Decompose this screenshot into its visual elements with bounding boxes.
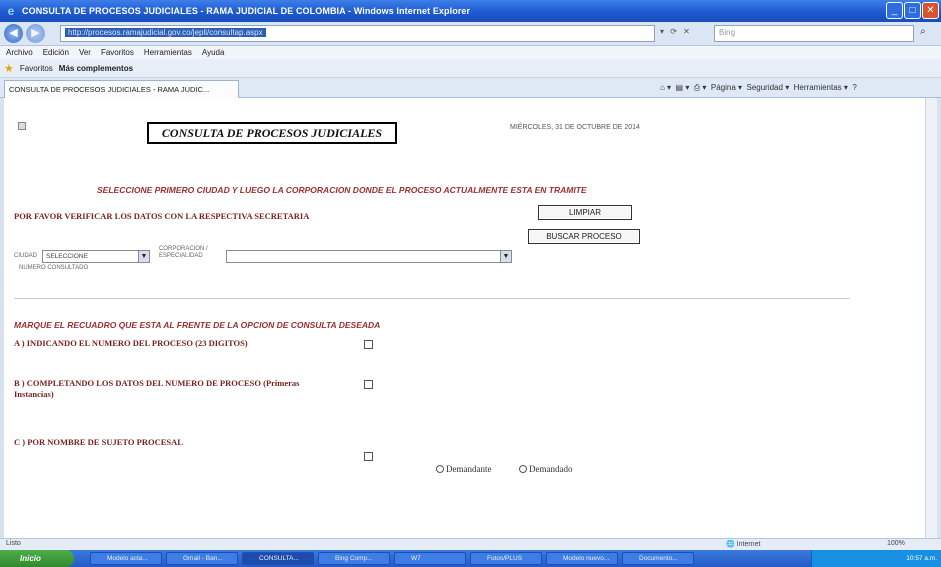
close-button[interactable]: ✕ bbox=[922, 2, 939, 19]
command-tools[interactable]: Herramientas bbox=[794, 83, 842, 92]
system-tray: 10:57 a.m. bbox=[811, 550, 941, 567]
taskbar-item[interactable]: Documento... bbox=[622, 552, 694, 565]
zoom-level[interactable]: 100% bbox=[887, 540, 905, 547]
page-date: MIÉRCOLES, 31 DE OCTUBRE DE 2014 bbox=[510, 124, 640, 131]
corporacion-label: CORPORACION / ESPECIALIDAD bbox=[159, 246, 208, 259]
feeds-icon[interactable]: ▤ ▾ bbox=[676, 83, 690, 92]
option-c-checkbox[interactable] bbox=[364, 452, 373, 461]
taskbar-item[interactable]: CONSULTA... bbox=[242, 552, 314, 565]
taskbar-item[interactable]: Modelo nuevo... bbox=[546, 552, 618, 565]
radio-demandado-group[interactable]: Demandado bbox=[519, 464, 572, 474]
address-input[interactable]: http://procesos.ramajudicial.gov.co/jepl… bbox=[60, 25, 655, 42]
favorites-button[interactable]: Favoritos bbox=[20, 64, 53, 73]
ciudad-label: CIUDAD bbox=[14, 253, 38, 259]
security-zone-label: Internet bbox=[736, 541, 761, 548]
select-instructions: SELECCIONE PRIMERO CIUDAD Y LUEGO LA COR… bbox=[97, 185, 587, 195]
corporacion-select[interactable]: ▼ bbox=[226, 250, 512, 263]
taskbar-item[interactable]: W7 bbox=[394, 552, 466, 565]
menu-herramientas[interactable]: Herramientas bbox=[144, 48, 192, 57]
numero-consultado-label: NUMERO CONSULTADO bbox=[19, 265, 89, 271]
address-bar-row: ◀ ▶ http://procesos.ramajudicial.gov.co/… bbox=[0, 22, 941, 46]
divider bbox=[14, 298, 850, 299]
radio-demandado[interactable] bbox=[519, 465, 527, 473]
menu-edicion[interactable]: Edición bbox=[43, 48, 69, 57]
command-bar: ⌂ ▾ ▤ ▾ ⎙ ▾ Página ▾ Seguridad ▾ Herrami… bbox=[660, 83, 857, 92]
status-bar: Listo 🌐 Internet 100% bbox=[0, 538, 941, 550]
search-icon[interactable]: ⌕ bbox=[920, 26, 936, 42]
tab-label: CONSULTA DE PROCESOS JUDICIALES - RAMA J… bbox=[9, 85, 210, 94]
print-icon[interactable]: ⎙ ▾ bbox=[694, 83, 707, 92]
forward-button[interactable]: ▶ bbox=[26, 24, 45, 43]
menu-bar: Archivo Edición Ver Favoritos Herramient… bbox=[0, 46, 941, 59]
page-scrollbar[interactable] bbox=[925, 98, 937, 538]
ciudad-select[interactable]: SELECCIONE ▼ bbox=[42, 250, 150, 263]
address-url: http://procesos.ramajudicial.gov.co/jepl… bbox=[65, 28, 266, 37]
menu-ver[interactable]: Ver bbox=[79, 48, 91, 57]
option-a-checkbox[interactable] bbox=[364, 340, 373, 349]
address-tools[interactable]: ▾ ⟳ ✕ bbox=[660, 27, 692, 36]
verify-message: POR FAVOR VERIFICAR LOS DATOS CON LA RES… bbox=[14, 211, 310, 221]
help-icon[interactable]: ? bbox=[852, 83, 856, 92]
chevron-down-icon: ▼ bbox=[500, 251, 511, 262]
option-a-label: A ) INDICANDO EL NUMERO DEL PROCESO (23 … bbox=[14, 338, 248, 348]
option-c-label: C ) POR NOMBRE DE SUJETO PROCESAL bbox=[14, 437, 183, 447]
taskbar-item[interactable]: Fotos/PLUS bbox=[470, 552, 542, 565]
search-input[interactable]: Bing bbox=[714, 25, 914, 42]
radio-demandante-label: Demandante bbox=[446, 464, 492, 474]
favorites-more[interactable]: Más complementos bbox=[59, 64, 133, 73]
option-b-label: B ) COMPLETANDO LOS DATOS DEL NUMERO DE … bbox=[14, 378, 300, 399]
menu-favoritos[interactable]: Favoritos bbox=[101, 48, 134, 57]
menu-ayuda[interactable]: Ayuda bbox=[202, 48, 225, 57]
command-page[interactable]: Página bbox=[711, 83, 736, 92]
page-image-icon bbox=[18, 122, 26, 130]
ciudad-value: SELECCIONE bbox=[46, 253, 88, 260]
maximize-button[interactable]: □ bbox=[904, 2, 921, 19]
menu-archivo[interactable]: Archivo bbox=[6, 48, 33, 57]
start-button[interactable]: Inicio bbox=[0, 550, 74, 567]
status-text: Listo bbox=[6, 540, 21, 547]
favorites-star-icon[interactable]: ★ bbox=[4, 62, 14, 75]
taskbar-item[interactable]: Modelo acta... bbox=[90, 552, 162, 565]
tab-consulta[interactable]: CONSULTA DE PROCESOS JUDICIALES - RAMA J… bbox=[4, 80, 239, 98]
taskbar-item[interactable]: Gmail - Ban... bbox=[166, 552, 238, 565]
chevron-down-icon: ▼ bbox=[138, 251, 149, 262]
radio-demandado-label: Demandado bbox=[529, 464, 573, 474]
page-title: CONSULTA DE PROCESOS JUDICIALES bbox=[147, 122, 397, 144]
command-security[interactable]: Seguridad bbox=[746, 83, 782, 92]
favorites-bar: ★ Favoritos Más complementos bbox=[0, 59, 941, 78]
taskbar-item[interactable]: Bing Comp... bbox=[318, 552, 390, 565]
security-zone: 🌐 Internet bbox=[726, 541, 761, 548]
window-controls: _ □ ✕ bbox=[886, 2, 939, 19]
limpiar-button[interactable]: LIMPIAR bbox=[538, 205, 632, 220]
option-b-checkbox[interactable] bbox=[364, 380, 373, 389]
buscar-proceso-button[interactable]: BUSCAR PROCESO bbox=[528, 229, 640, 244]
ie-logo-icon: e bbox=[7, 4, 15, 18]
radio-demandante[interactable] bbox=[436, 465, 444, 473]
taskbar: Inicio Modelo acta... Gmail - Ban... CON… bbox=[0, 550, 941, 567]
marque-instructions: MARQUE EL RECUADRO QUE ESTA AL FRENTE DE… bbox=[14, 320, 381, 330]
radio-demandante-group[interactable]: Demandante bbox=[436, 464, 491, 474]
clock[interactable]: 10:57 a.m. bbox=[906, 555, 937, 562]
window-title: CONSULTA DE PROCESOS JUDICIALES - RAMA J… bbox=[22, 6, 471, 16]
title-bar: e CONSULTA DE PROCESOS JUDICIALES - RAMA… bbox=[0, 0, 941, 22]
home-icon[interactable]: ⌂ ▾ bbox=[660, 83, 671, 92]
back-button[interactable]: ◀ bbox=[4, 24, 23, 43]
minimize-button[interactable]: _ bbox=[886, 2, 903, 19]
